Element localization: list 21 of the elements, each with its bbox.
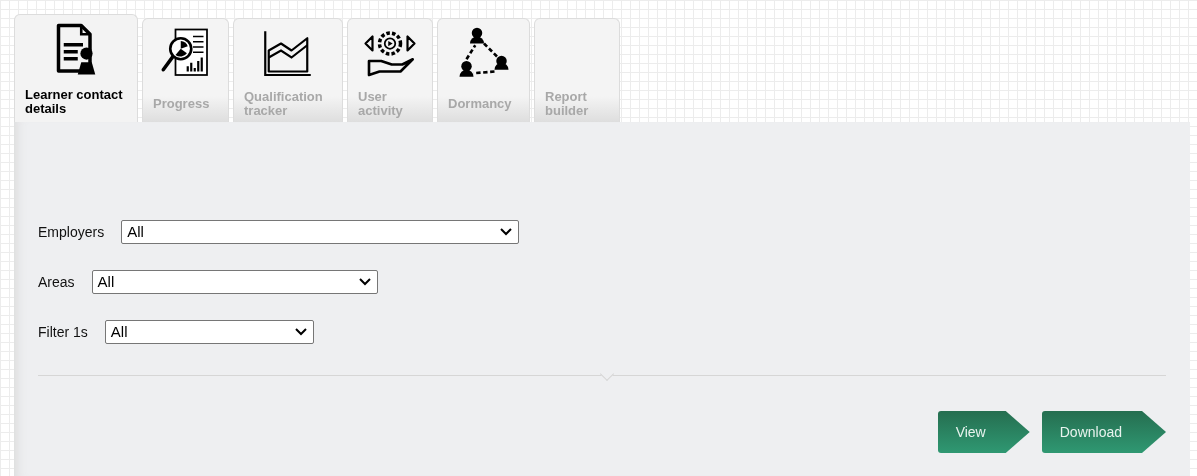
tab[interactable]: User activity bbox=[347, 18, 433, 122]
field-label: Areas bbox=[38, 272, 75, 292]
tab-label: Learner contact details bbox=[25, 87, 124, 116]
tab[interactable]: Learner contact details bbox=[14, 14, 138, 122]
tab-label: Qualification tracker bbox=[244, 89, 324, 118]
field-label: Employers bbox=[38, 222, 105, 242]
chevron-down-icon bbox=[500, 228, 513, 236]
arrow-button[interactable]: Download bbox=[1041, 411, 1166, 453]
tab-label: Report builder bbox=[545, 89, 590, 118]
dropdown[interactable]: All bbox=[121, 220, 520, 244]
dropdown[interactable]: All bbox=[104, 320, 314, 344]
chevron-down-icon bbox=[294, 328, 307, 336]
chevron-down-icon bbox=[358, 278, 371, 286]
dropdown[interactable]: All bbox=[91, 270, 378, 294]
tab[interactable]: Qualification tracker bbox=[233, 18, 343, 122]
tab-label: Progress bbox=[153, 96, 210, 111]
tab-label: User activity bbox=[358, 89, 404, 118]
tab[interactable]: Report builder bbox=[534, 18, 620, 122]
field-label: Filter 1s bbox=[38, 322, 88, 342]
arrow-button[interactable]: View bbox=[937, 411, 1030, 453]
tab-label: Dormancy bbox=[448, 96, 512, 111]
